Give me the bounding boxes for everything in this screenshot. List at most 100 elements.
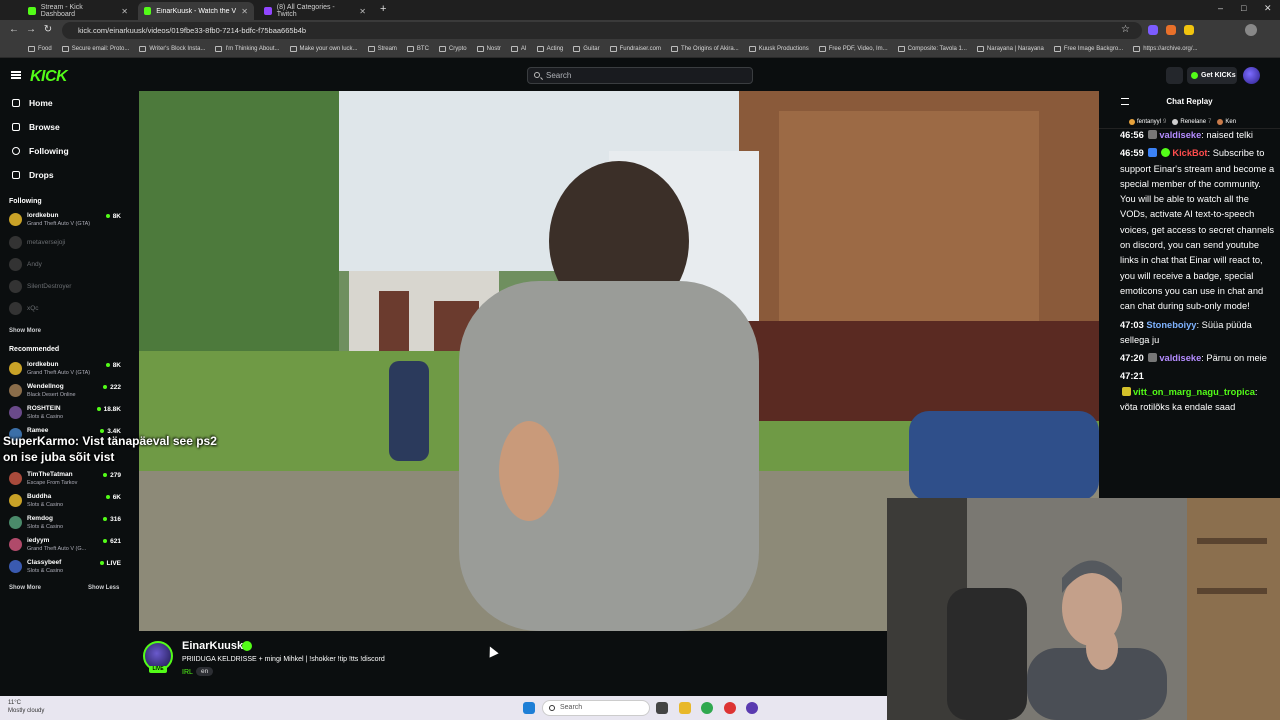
channel-info: LIVE EinarKuusk PRIIDUGA KELDRISSE + min… [139, 631, 887, 696]
chrome-icon[interactable] [701, 702, 713, 714]
back-icon[interactable]: ← [8, 24, 20, 36]
following-channel[interactable]: lordkebun Grand Theft Auto V (GTA) 8K [9, 211, 121, 231]
collapse-chat-icon[interactable] [1121, 98, 1129, 105]
bookmark-item[interactable]: Writer's Block Insta... [139, 46, 205, 52]
bookmark-star-icon[interactable]: ☆ [1121, 24, 1130, 35]
taskbar-search[interactable]: Search [542, 700, 650, 716]
get-kicks-button[interactable]: Get KICKs [1187, 67, 1237, 84]
bookmark-item[interactable]: Guitar [573, 46, 600, 52]
following-channel[interactable]: metaversejoji [9, 234, 121, 254]
following-channel[interactable]: xQc [9, 300, 121, 320]
search-input[interactable]: Search [527, 67, 753, 84]
show-more-recommended-button[interactable]: Show More [9, 585, 41, 591]
browser-tab-einarkuusk-vod[interactable]: EinarKuusk - Watch the VOD ✕ [138, 2, 254, 20]
folder-icon [1133, 46, 1141, 52]
bookmark-item[interactable]: Nostr [476, 46, 501, 52]
badge-icon [1148, 353, 1158, 363]
drops-icon [12, 171, 20, 179]
bookmark-item[interactable]: The Origins of Akira... [670, 46, 739, 52]
sidebar-item-drops[interactable]: Drops [12, 168, 54, 182]
browser-tab-twitch[interactable]: (8) All Categories - Twitch ✕ [258, 2, 372, 20]
bookmark-item[interactable]: Secure email: Proto... [61, 46, 129, 52]
user-avatar[interactable] [1243, 67, 1260, 84]
reload-icon[interactable]: ↻ [42, 24, 54, 36]
chat-username[interactable]: vitt_on_marg_nagu_tropica [1133, 387, 1255, 397]
bookmark-item[interactable]: AI [510, 46, 527, 52]
weather-widget[interactable]: 11°C Mostly cloudy [8, 699, 44, 715]
bookmark-item[interactable]: Fundraiser.com [609, 46, 661, 52]
new-tab-button[interactable]: + [380, 3, 386, 15]
app-icon[interactable] [724, 702, 736, 714]
maximize-button[interactable]: □ [1241, 3, 1246, 13]
folder-icon [406, 46, 414, 52]
leaderboard-entry[interactable]: Ken [1217, 115, 1236, 128]
bookmark-item[interactable]: Free PDF, Video, Im... [818, 46, 888, 52]
channel-name[interactable]: EinarKuusk [182, 640, 243, 652]
show-more-following-button[interactable]: Show More [9, 328, 41, 334]
bookmark-item[interactable]: Composite: Tavola 1... [897, 46, 967, 52]
folder-icon [818, 46, 826, 52]
recommended-channel[interactable]: lordkebun Grand Theft Auto V (GTA) 8K [9, 360, 121, 380]
bookmark-item[interactable]: Free Image Backgro... [1053, 46, 1123, 52]
recommended-channel[interactable]: Buddha Slots & Casino 6K [9, 492, 121, 512]
bookmark-item[interactable]: Stream [367, 46, 397, 52]
bookmark-item[interactable]: https://archive.org/... [1133, 46, 1198, 52]
bookmark-item[interactable]: BTC [406, 46, 429, 52]
bookmark-item[interactable]: Food [28, 46, 52, 52]
close-window-button[interactable]: ✕ [1264, 3, 1272, 14]
category-link[interactable]: IRL [182, 669, 193, 676]
overlay-chat-message: SuperKarmo: Vist tänapäeval see ps2 on i… [3, 434, 217, 464]
folder-icon [215, 46, 223, 52]
file-explorer-icon[interactable] [679, 702, 691, 714]
tab-title: Stream - Kick Dashboard [40, 4, 83, 18]
forward-icon[interactable]: → [25, 24, 37, 36]
recommended-channel[interactable]: iedyym Grand Theft Auto V (G... 621 [9, 536, 121, 556]
avatar [9, 538, 22, 551]
windows-start-icon[interactable] [523, 702, 535, 714]
hamburger-menu-icon[interactable] [11, 71, 21, 79]
verified-icon [242, 641, 252, 651]
close-tab-icon[interactable]: ✕ [121, 7, 128, 16]
extension-icon[interactable] [1184, 25, 1194, 35]
chat-username[interactable]: KickBot [1172, 148, 1207, 158]
following-channel[interactable]: Andy [9, 256, 121, 276]
recommended-channel[interactable]: Classybeef Slots & Casino LIVE [9, 558, 121, 578]
chat-message: 47:20 valdiseke: Pärnu on meie [1120, 353, 1267, 364]
chat-username[interactable]: valdiseke [1159, 353, 1201, 363]
following-channel[interactable]: SilentDestroyer [9, 278, 121, 298]
sidebar-item-following[interactable]: Following [12, 144, 69, 158]
show-less-button[interactable]: Show Less [88, 585, 119, 591]
chat-username[interactable]: valdiseke [1159, 130, 1201, 140]
leaderboard-entry[interactable]: Renelane 7 [1172, 115, 1211, 128]
bookmark-item[interactable]: I'm Thinking About... [215, 46, 280, 52]
chat-messages: 46:56 valdiseke: naised telki 46:59 Kick… [1120, 128, 1275, 418]
bookmark-item[interactable]: Crypto [438, 46, 467, 52]
browser-tab-kick-dashboard[interactable]: Stream - Kick Dashboard ✕ [22, 2, 134, 20]
recommended-channel[interactable]: ROSHTEIN Slots & Casino 18.8K [9, 404, 121, 424]
recommended-channel[interactable]: Wendellnog Black Desert Online 222 [9, 382, 121, 402]
folder-icon [573, 46, 581, 52]
sidebar-item-home[interactable]: Home [12, 96, 53, 110]
bookmark-item[interactable]: Acting [536, 46, 563, 52]
language-tag[interactable]: en [196, 667, 214, 676]
close-tab-icon[interactable]: ✕ [359, 7, 366, 16]
extension-icon[interactable] [1148, 25, 1158, 35]
theater-mode-button[interactable] [1166, 67, 1183, 84]
avatar [9, 384, 22, 397]
bookmark-item[interactable]: Narayana | Narayana [976, 46, 1044, 52]
recommended-channel[interactable]: TimTheTatman Escape From Tarkov 279 [9, 470, 121, 490]
chat-username[interactable]: Stoneboiyy [1146, 320, 1196, 330]
recommended-channel[interactable]: Remdog Slots & Casino 316 [9, 514, 121, 534]
obs-icon[interactable] [746, 702, 758, 714]
kick-logo[interactable]: KICK [30, 68, 68, 86]
browser-profile-avatar[interactable] [1245, 24, 1257, 36]
url-input[interactable]: kick.com/einarkuusk/videos/019fbe33-8fb0… [62, 22, 1142, 39]
task-view-icon[interactable] [656, 702, 668, 714]
bookmark-item[interactable]: Kuusk Productions [748, 46, 809, 52]
minimize-button[interactable]: – [1218, 3, 1223, 13]
leaderboard-entry[interactable]: fentanyyl 9 [1129, 115, 1166, 128]
extension-icon[interactable] [1166, 25, 1176, 35]
sidebar-item-browse[interactable]: Browse [12, 120, 60, 134]
bookmark-item[interactable]: Make your own luck... [289, 46, 358, 52]
close-tab-icon[interactable]: ✕ [241, 7, 248, 16]
